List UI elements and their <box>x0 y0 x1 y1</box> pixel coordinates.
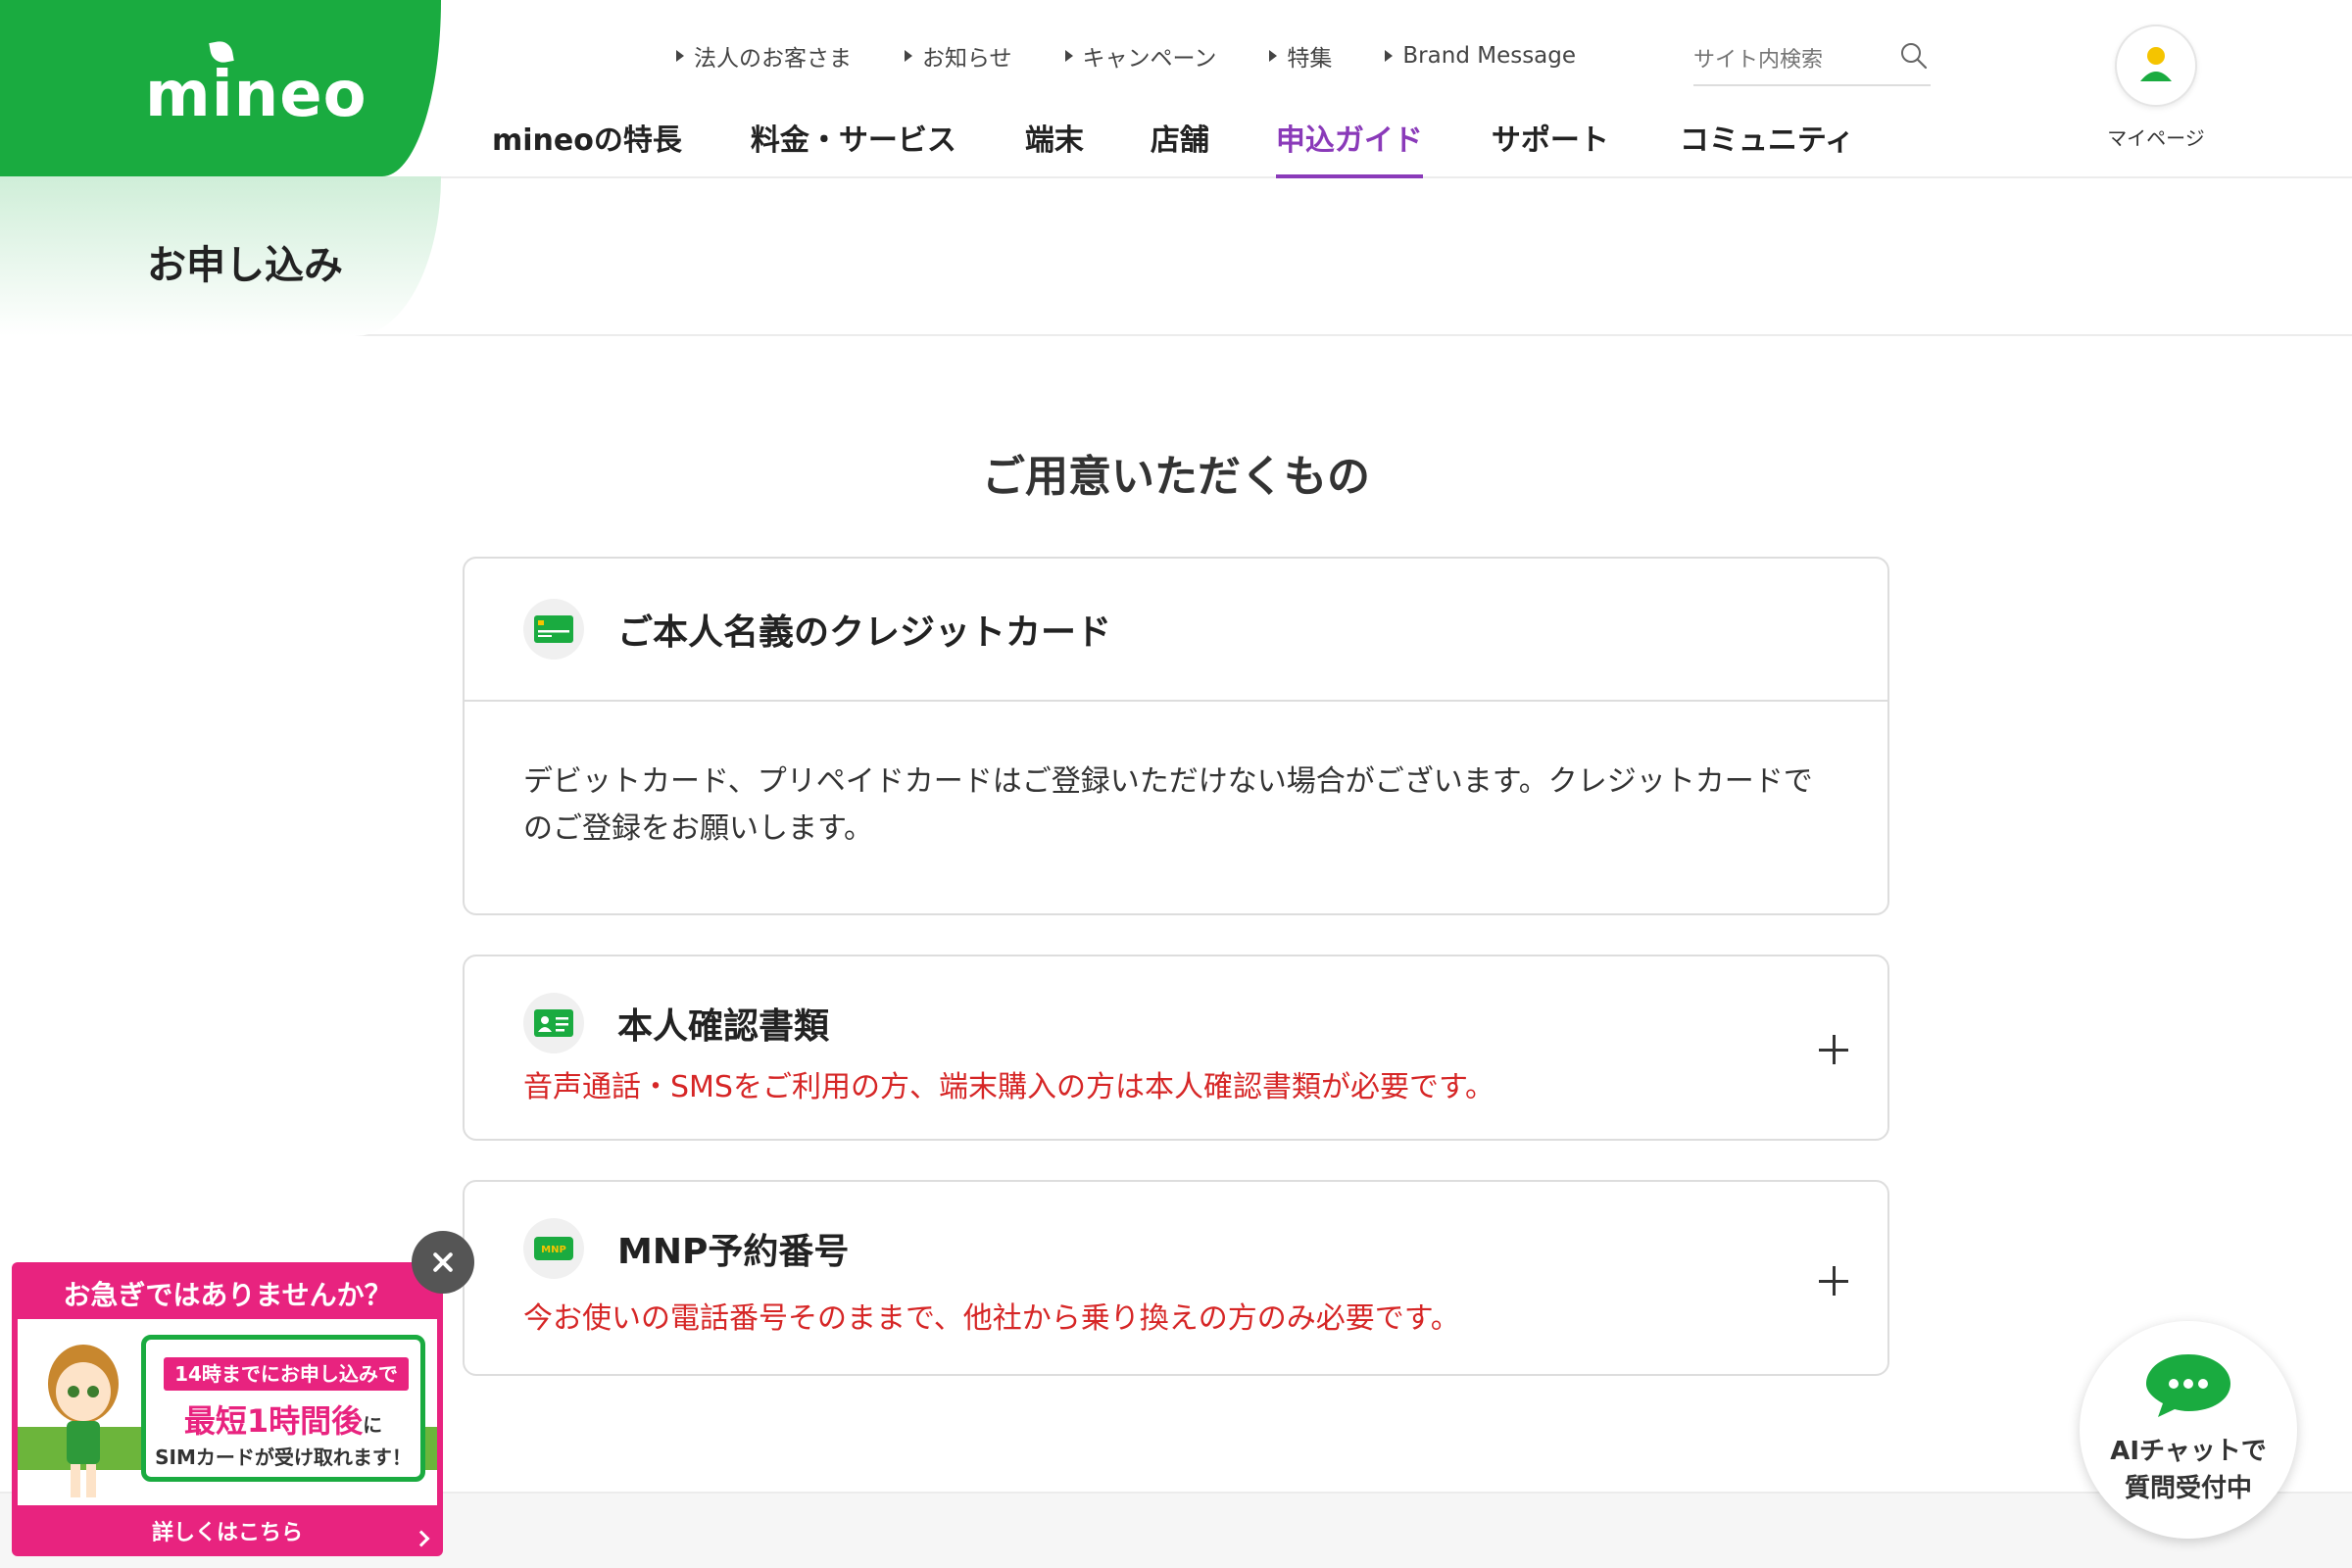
nav-stores[interactable]: 店舗 <box>1151 116 1209 178</box>
credit-card-icon <box>523 599 584 660</box>
triangle-icon <box>676 50 684 62</box>
card-header: 本人確認書類 <box>465 956 1887 1054</box>
card-header: MNP MNP予約番号 <box>465 1182 1887 1280</box>
nav-features[interactable]: mineoの特長 <box>492 116 682 178</box>
promo-banner[interactable]: お急ぎではありませんか？ 14時までにお申し込みで 最短1時間後に SIMカード… <box>12 1262 443 1556</box>
util-link-feature[interactable]: 特集 <box>1269 39 1332 73</box>
chat-bubble-icon <box>2146 1354 2230 1417</box>
ai-chat-label: AIチャットで 質問受付中 <box>2110 1437 2267 1503</box>
mypage-label: マイページ <box>2107 126 2205 150</box>
search-icon[interactable] <box>1899 41 1929 71</box>
triangle-icon <box>1269 50 1278 62</box>
search-input[interactable] <box>1693 47 1880 73</box>
requirement-card-id[interactable]: 本人確認書類 音声通話・SMSをご利用の方、端末購入の方は本人確認書類が必要です… <box>463 955 1889 1141</box>
ai-chat-button[interactable]: AIチャットで 質問受付中 <box>2080 1321 2297 1539</box>
promo-scene: 14時までにお申し込みで 最短1時間後に SIMカードが受け取れます！ <box>18 1319 437 1505</box>
requirement-card-mnp[interactable]: MNP MNP予約番号 今お使いの電話番号そのままで、他社から乗り換えの方のみ必… <box>463 1180 1889 1376</box>
id-card-icon <box>523 993 584 1054</box>
triangle-icon <box>1385 50 1394 62</box>
util-link-brand-message[interactable]: Brand Message <box>1385 43 1576 69</box>
promo-line1: 14時までにお申し込みで <box>164 1357 409 1391</box>
nav-pricing[interactable]: 料金・サービス <box>751 116 956 178</box>
promo-heading: お急ぎではありませんか？ <box>63 1279 392 1311</box>
triangle-icon <box>905 50 912 62</box>
promo-message-box: 14時までにお申し込みで 最短1時間後に SIMカードが受け取れます！ <box>141 1335 425 1482</box>
nav-application-guide[interactable]: 申込ガイド <box>1275 116 1423 178</box>
expand-plus-icon[interactable] <box>1819 1035 1848 1064</box>
section-title: ご用意いただくもの <box>982 452 1370 502</box>
promo-line2: 最短1時間後に <box>183 1402 383 1440</box>
mnp-icon: MNP <box>523 1218 584 1279</box>
page-title: お申し込み <box>147 243 343 288</box>
avatar <box>2115 24 2197 107</box>
triangle-icon <box>1064 50 1073 62</box>
logo-area[interactable]: mineo <box>0 0 441 176</box>
util-link-corporate[interactable]: 法人のお客さま <box>676 39 852 73</box>
utility-nav: 法人のお客さま お知らせ キャンペーン 特集 Brand Message <box>676 39 1576 73</box>
site-search <box>1693 35 1931 86</box>
mascot-character-icon <box>48 1345 119 1497</box>
page-title-band <box>0 176 2352 336</box>
card-note: 今お使いの電話番号そのままで、他社から乗り換えの方のみ必要です。 <box>523 1301 1460 1336</box>
nav-devices[interactable]: 端末 <box>1025 116 1084 178</box>
card-title: ご本人名義のクレジットカード <box>617 612 1112 653</box>
promo-cta[interactable]: 詳しくはこちら <box>12 1515 443 1546</box>
close-icon[interactable] <box>412 1231 474 1294</box>
mypage-link[interactable]: マイページ <box>2107 24 2205 151</box>
main-nav: mineoの特長 料金・サービス 端末 店舗 申込ガイド サポート コミュニティ <box>492 116 1854 178</box>
user-icon <box>2140 47 2172 81</box>
mnp-icon-label: MNP <box>541 1245 566 1255</box>
util-link-campaign[interactable]: キャンペーン <box>1064 39 1216 73</box>
expand-plus-icon[interactable] <box>1819 1266 1848 1296</box>
nav-community[interactable]: コミュニティ <box>1680 116 1854 178</box>
card-title: 本人確認書類 <box>617 1006 830 1047</box>
card-header: ご本人名義のクレジットカード <box>465 559 1887 700</box>
requirement-card-credit: ご本人名義のクレジットカード デビットカード、プリペイドカードはご登録いただけな… <box>463 557 1889 915</box>
logo-text: mineo <box>145 59 368 131</box>
card-title: MNP予約番号 <box>617 1232 850 1272</box>
promo-line3: SIMカードが受け取れます！ <box>155 1446 412 1469</box>
card-body: デビットカード、プリペイドカードはご登録いただけない場合がございます。クレジット… <box>523 764 1813 846</box>
card-note: 音声通話・SMSをご利用の方、端末購入の方は本人確認書類が必要です。 <box>523 1070 1494 1104</box>
util-link-news[interactable]: お知らせ <box>905 39 1012 73</box>
nav-support[interactable]: サポート <box>1492 116 1609 178</box>
